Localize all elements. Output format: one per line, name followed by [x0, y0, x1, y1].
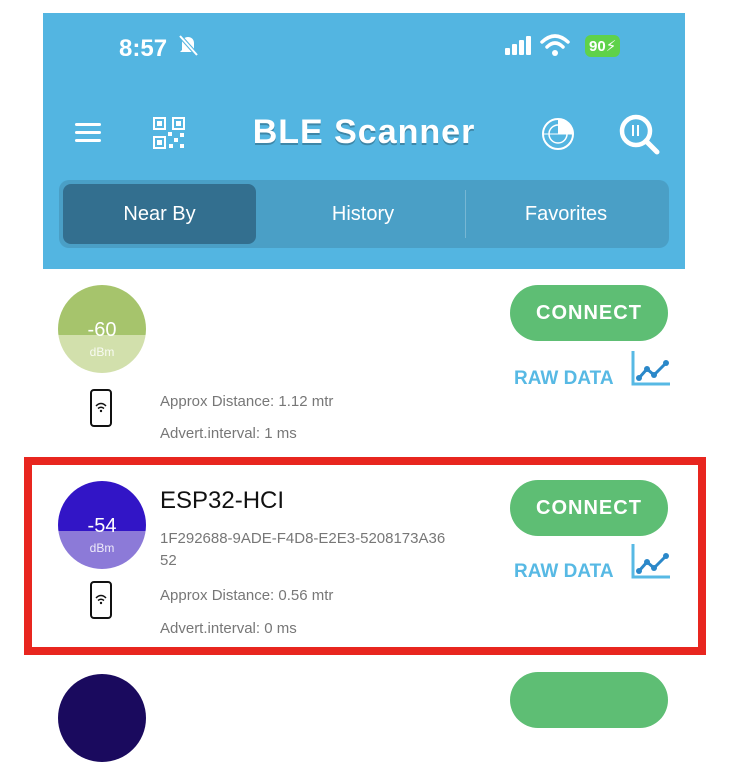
- connect-button[interactable]: CONNECT: [510, 285, 668, 341]
- app-header: 8:57 90⚡ BLE Scanner Near By History Fav…: [43, 13, 685, 269]
- chart-icon[interactable]: [630, 349, 672, 387]
- next-device-rssi-badge: [58, 674, 146, 762]
- advert-interval: Advert.interval: 1 ms: [160, 425, 297, 442]
- search-icon[interactable]: [617, 112, 661, 156]
- wifi-icon: [540, 34, 570, 56]
- highlight-box: [24, 457, 706, 655]
- tab-bar: Near By History Favorites: [59, 180, 669, 248]
- phone-icon: [90, 389, 112, 427]
- tab-near-by[interactable]: Near By: [63, 184, 256, 244]
- approx-distance: Approx Distance: 1.12 mtr: [160, 393, 334, 410]
- status-time: 8:57: [119, 35, 168, 62]
- cellular-signal-icon: [505, 36, 531, 55]
- battery-indicator: 90⚡: [585, 35, 621, 57]
- tab-favorites[interactable]: Favorites: [466, 184, 666, 244]
- bell-muted-icon: [178, 34, 199, 57]
- rssi-unit: dBm: [89, 345, 115, 359]
- next-device-connect-button[interactable]: [510, 672, 668, 728]
- device-card[interactable]: -60 dBm Approx Distance: 1.12 mtr Advert…: [38, 273, 706, 453]
- raw-data-button[interactable]: RAW DATA: [514, 368, 614, 390]
- rssi-value: -60: [87, 319, 117, 341]
- app-title: BLE Scanner: [252, 113, 476, 151]
- tab-history[interactable]: History: [263, 184, 463, 244]
- radar-icon[interactable]: [541, 117, 575, 151]
- rssi-badge: -60 dBm: [58, 285, 146, 373]
